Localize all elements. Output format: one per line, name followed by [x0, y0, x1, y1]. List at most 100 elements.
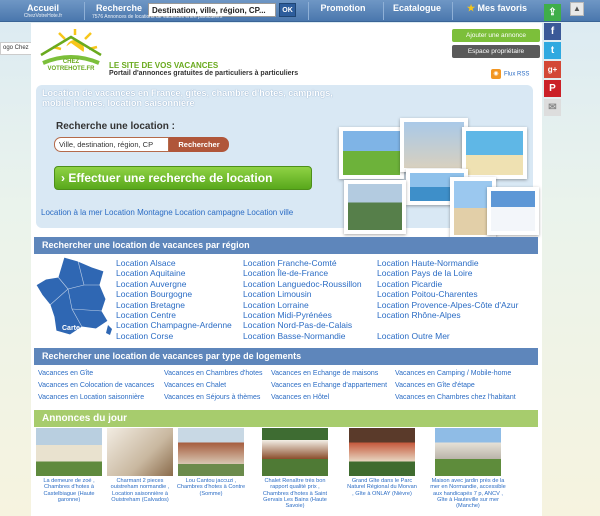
- nav-promotion[interactable]: Promotion: [312, 0, 374, 22]
- nav-favoris[interactable]: ★ Mes favoris: [456, 0, 538, 22]
- region-link[interactable]: Location Midi-Pyrénées: [243, 310, 362, 320]
- big-search-button[interactable]: › Effectuer une recherche de location: [54, 166, 312, 190]
- type-link[interactable]: Vacances en Hôtel: [271, 392, 387, 404]
- rss-link[interactable]: ◉ Flux RSS: [491, 69, 529, 79]
- region-link[interactable]: Location Haute-Normandie: [377, 258, 518, 268]
- type-link[interactable]: Vacances en Gîte: [38, 368, 154, 380]
- nav-accueil[interactable]: Accueil ChezVotreHote.fr: [12, 0, 74, 22]
- types-col-4: Vacances en Camping / Mobile-home Vacanc…: [395, 368, 516, 404]
- hero-search-input[interactable]: [54, 137, 169, 152]
- region-link[interactable]: Location Limousin: [243, 289, 362, 299]
- photo-palm-beach: [462, 127, 527, 179]
- nav-divider: [383, 2, 384, 20]
- top-nav-bar: Accueil ChezVotreHote.fr Recherche OK 75…: [0, 0, 600, 22]
- region-link[interactable]: Location Île-de-France: [243, 268, 362, 278]
- site-logo[interactable]: CHEZ VOTREHOTE.FR: [39, 29, 103, 77]
- photo-arc-de-triomphe: [400, 118, 468, 172]
- region-link[interactable]: Location Corse: [116, 331, 232, 341]
- rss-icon: ◉: [491, 69, 501, 79]
- link-montagne[interactable]: Location Montagne: [105, 208, 173, 217]
- region-link[interactable]: Location Rhône-Alpes: [377, 310, 518, 320]
- type-link[interactable]: Vacances en Séjours à thèmes: [164, 392, 263, 404]
- annonces-section-header: Annonces du jour: [34, 410, 538, 427]
- photo-mountains: [487, 187, 539, 235]
- annonce-card[interactable]: Lou Cantou jaccuzi , Chambres d'hotes à …: [176, 428, 246, 497]
- photo-field: [339, 127, 404, 179]
- region-link[interactable]: Location Languedoc-Roussillon: [243, 279, 362, 289]
- region-link[interactable]: Location Bourgogne: [116, 289, 232, 299]
- facebook-icon[interactable]: f: [544, 23, 561, 40]
- type-link[interactable]: Vacances en Gîte d'étape: [395, 380, 516, 392]
- region-link[interactable]: Location Poitou-Charentes: [377, 289, 518, 299]
- region-link[interactable]: Location Franche-Comté: [243, 258, 362, 268]
- google-plus-icon[interactable]: g+: [544, 61, 561, 78]
- share-icon[interactable]: ⇪: [544, 4, 561, 21]
- scroll-up-icon[interactable]: ▲: [570, 2, 584, 16]
- site-subtitle: Portail d'annonces gratuites de particul…: [109, 70, 299, 77]
- types-col-2: Vacances en Chambres d'hotes Vacances en…: [164, 368, 263, 404]
- region-link[interactable]: Location Basse-Normandie: [243, 331, 362, 341]
- region-link[interactable]: Location Nord-Pas-de-Calais: [243, 320, 362, 330]
- nav-ecatalogue[interactable]: Ecatalogue: [386, 0, 448, 22]
- regions-section-header: Rechercher une location de vacances par …: [34, 237, 538, 254]
- logo-text: CHEZ VOTREHOTE.FR: [47, 59, 95, 72]
- region-link[interactable]: Location Outre Mer: [377, 331, 518, 341]
- region-link[interactable]: Location Lorraine: [243, 300, 362, 310]
- type-link[interactable]: Vacances en Chalet: [164, 380, 263, 392]
- annonce-card[interactable]: Chalet Renaître très bon rapport qualité…: [257, 428, 333, 509]
- add-listing-button[interactable]: Ajouter une annonce: [452, 29, 540, 42]
- nav-favoris-wrap: ★ Mes favoris: [456, 0, 538, 14]
- big-search-label: Effectuer une recherche de location: [68, 171, 273, 185]
- hero-search-button[interactable]: Rechercher: [169, 137, 229, 152]
- annonce-card[interactable]: Grand Gîte dans le Parc Naturel Régional…: [347, 428, 417, 497]
- region-link[interactable]: Location Provence-Alpes-Côte d'Azur: [377, 300, 518, 310]
- nav-recherche-label: Recherche: [95, 3, 143, 13]
- nav-divider: [452, 2, 453, 20]
- type-link[interactable]: Vacances en Camping / Mobile-home: [395, 368, 516, 380]
- type-link[interactable]: Vacances en Chambres d'hotes: [164, 368, 263, 380]
- annonce-card[interactable]: Charmant 2 pieces ouistreham normandie ,…: [105, 428, 175, 503]
- type-link[interactable]: Vacances en Echange de maisons: [271, 368, 387, 380]
- link-ville[interactable]: Location ville: [247, 208, 293, 217]
- nav-ecatalogue-label: Ecatalogue: [392, 3, 441, 13]
- top-search-ok-button[interactable]: OK: [279, 3, 296, 17]
- type-link[interactable]: Vacances en Chambres chez l'habitant: [395, 392, 516, 404]
- type-link[interactable]: Vacances en Echange d'appartement: [271, 380, 387, 392]
- annonce-card[interactable]: Maison avec jardin près de la mer en Nor…: [428, 428, 508, 509]
- twitter-icon[interactable]: t: [544, 42, 561, 59]
- owner-space-button[interactable]: Espace propriétaire: [452, 45, 540, 58]
- regions-col-1: Location Alsace Location Aquitaine Locat…: [116, 258, 232, 341]
- region-link[interactable]: Location Alsace: [116, 258, 232, 268]
- annonce-caption: Chalet Renaître très bon rapport qualité…: [262, 478, 328, 510]
- chevron-right-icon: ›: [61, 171, 65, 185]
- france-map[interactable]: Carte: [34, 255, 114, 337]
- region-link[interactable]: Location Champagne-Ardenne: [116, 320, 232, 330]
- region-link[interactable]: Location Aquitaine: [116, 268, 232, 278]
- pinterest-icon[interactable]: P: [544, 80, 561, 97]
- email-icon[interactable]: ✉: [544, 99, 561, 116]
- nav-accueil-sub: ChezVotreHote.fr: [23, 13, 63, 19]
- annonce-photo: [178, 428, 244, 476]
- region-link[interactable]: Location Pays de la Loire: [377, 268, 518, 278]
- type-link[interactable]: Vacances en Colocation de vacances: [38, 380, 154, 392]
- types-section-header: Rechercher une location de vacances par …: [34, 348, 538, 365]
- type-link[interactable]: Vacances en Location saisonnière: [38, 392, 154, 404]
- site-title: LE SITE DE VOS VACANCES: [109, 61, 219, 70]
- hero-search-label: Recherche une location :: [56, 121, 175, 132]
- region-link[interactable]: Location Auvergne: [116, 279, 232, 289]
- link-mer[interactable]: Location à la mer: [41, 208, 102, 217]
- nav-favoris-label: Mes favoris: [477, 3, 528, 13]
- region-link[interactable]: Location Bretagne: [116, 300, 232, 310]
- annonce-photo: [435, 428, 501, 476]
- region-link[interactable]: Location Picardie: [377, 279, 518, 289]
- hero-heading: Location de vacances en France, gîtes, c…: [42, 88, 333, 108]
- nav-accueil-label: Accueil: [26, 3, 59, 13]
- hero-category-links: Location à la mer Location Montagne Loca…: [41, 208, 293, 217]
- annonce-caption: Maison avec jardin près de la mer en Nor…: [430, 478, 506, 510]
- annonce-caption: Lou Cantou jaccuzi , Chambres d'hotes à …: [176, 478, 246, 497]
- types-col-3: Vacances en Echange de maisons Vacances …: [271, 368, 387, 404]
- regions-col-2: Location Franche-Comté Location Île-de-F…: [243, 258, 362, 341]
- link-campagne[interactable]: Location campagne: [175, 208, 245, 217]
- region-link[interactable]: Location Centre: [116, 310, 232, 320]
- annonce-card[interactable]: La demeure de zoé , Chambres d'hotes à C…: [34, 428, 104, 503]
